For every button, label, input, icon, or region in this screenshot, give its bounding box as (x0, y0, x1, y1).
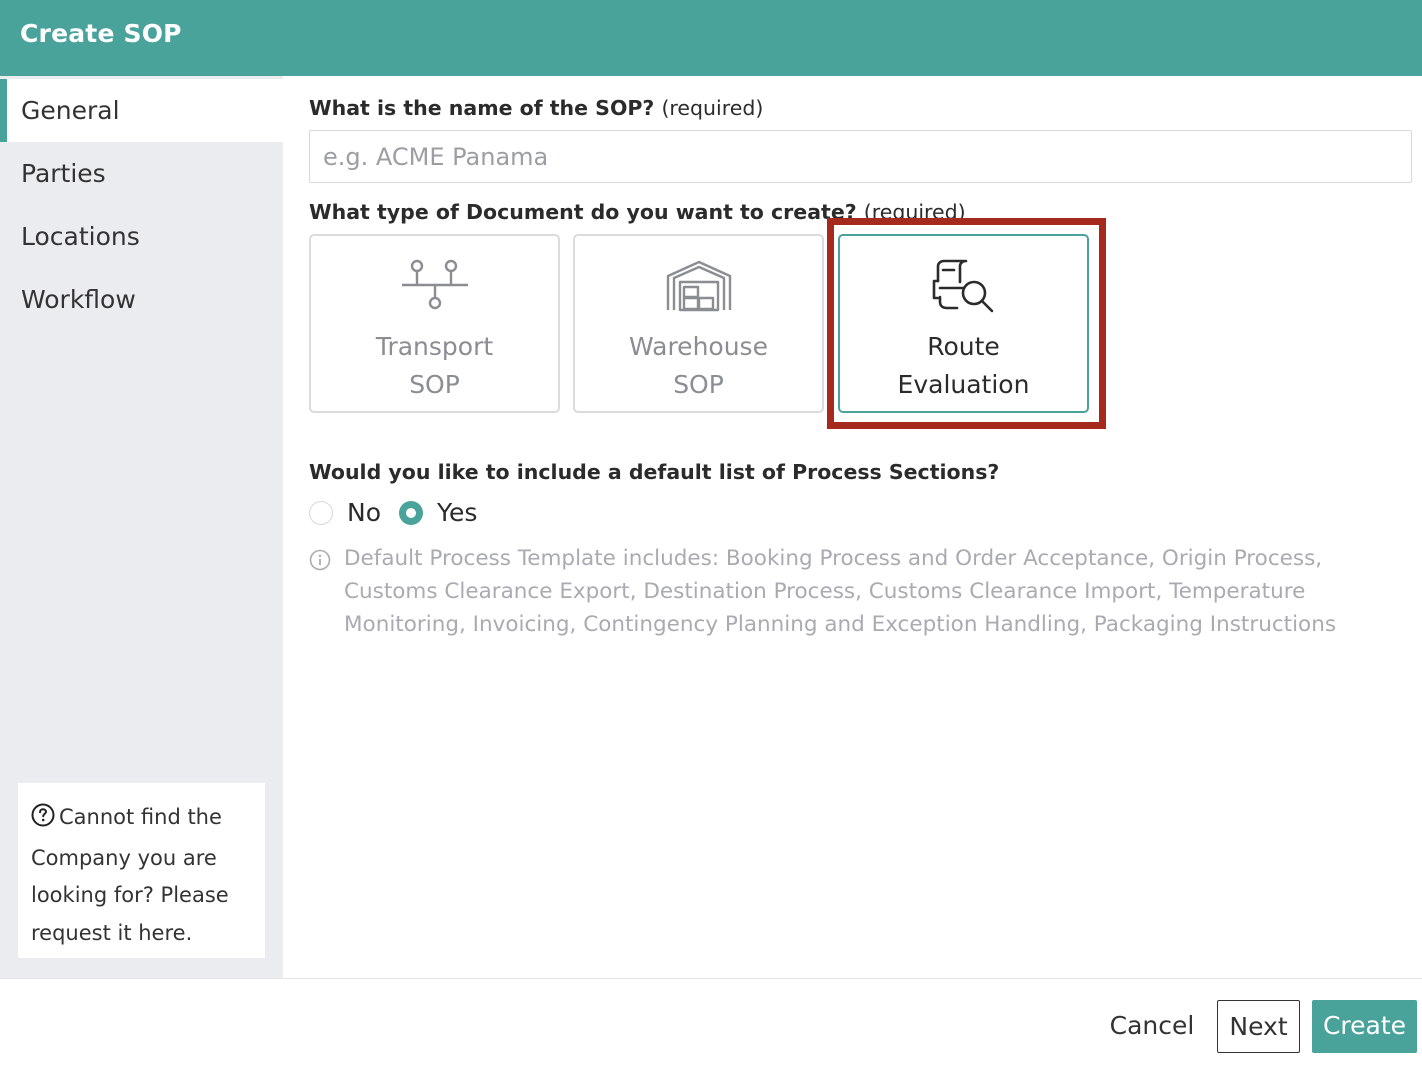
type-card-route-line1: Route (927, 332, 1000, 361)
sidebar: General Parties Locations Workflow Canno… (0, 76, 283, 978)
type-card-route-evaluation[interactable]: Route Evaluation (838, 234, 1089, 413)
radio-no[interactable] (309, 501, 333, 525)
sop-name-input[interactable] (309, 130, 1412, 183)
name-required-note: (required) (661, 96, 764, 120)
create-button[interactable]: Create (1312, 1000, 1417, 1053)
radio-yes-label[interactable]: Yes (437, 498, 477, 527)
dialog-footer: Cancel Next Create (0, 978, 1422, 1067)
type-required-note: (required) (863, 200, 966, 224)
name-question-text: What is the name of the SOP? (309, 96, 655, 120)
type-card-route-line2: Evaluation (897, 370, 1030, 399)
sidebar-item-parties[interactable]: Parties (0, 142, 283, 205)
type-card-transport-line2: SOP (409, 370, 460, 399)
sidebar-item-general[interactable]: General (0, 79, 283, 142)
info-text: Default Process Template includes: Booki… (344, 546, 1337, 637)
main-content: What is the name of the SOP? (required) … (283, 76, 1422, 978)
type-card-warehouse[interactable]: Warehouse SOP (573, 234, 824, 413)
type-question: What type of Document do you want to cre… (309, 200, 966, 224)
route-evaluation-icon (930, 258, 998, 318)
sidebar-item-workflow[interactable]: Workflow (0, 268, 283, 331)
type-question-text: What type of Document do you want to cre… (309, 200, 857, 224)
info-icon (309, 549, 331, 575)
radio-yes[interactable] (399, 501, 423, 525)
help-card[interactable]: Cannot find the Company you are looking … (18, 783, 265, 958)
next-button[interactable]: Next (1217, 1000, 1300, 1053)
radio-no-label[interactable]: No (347, 498, 381, 527)
help-text: Cannot find the Company you are looking … (31, 805, 229, 945)
type-card-transport[interactable]: Transport SOP (309, 234, 560, 413)
title-bar: Create SOP (0, 0, 1422, 76)
sidebar-item-locations[interactable]: Locations (0, 205, 283, 268)
type-card-warehouse-line1: Warehouse (629, 332, 768, 361)
type-card-transport-line1: Transport (375, 332, 494, 361)
transport-icon (401, 258, 469, 314)
name-question: What is the name of the SOP? (required) (309, 96, 763, 120)
warehouse-icon (665, 258, 733, 318)
question-circle-icon (31, 802, 55, 840)
type-card-warehouse-line2: SOP (673, 370, 724, 399)
sections-question: Would you like to include a default list… (309, 460, 1000, 484)
dialog-title: Create SOP (20, 19, 182, 48)
cancel-button[interactable]: Cancel (1098, 1000, 1206, 1053)
